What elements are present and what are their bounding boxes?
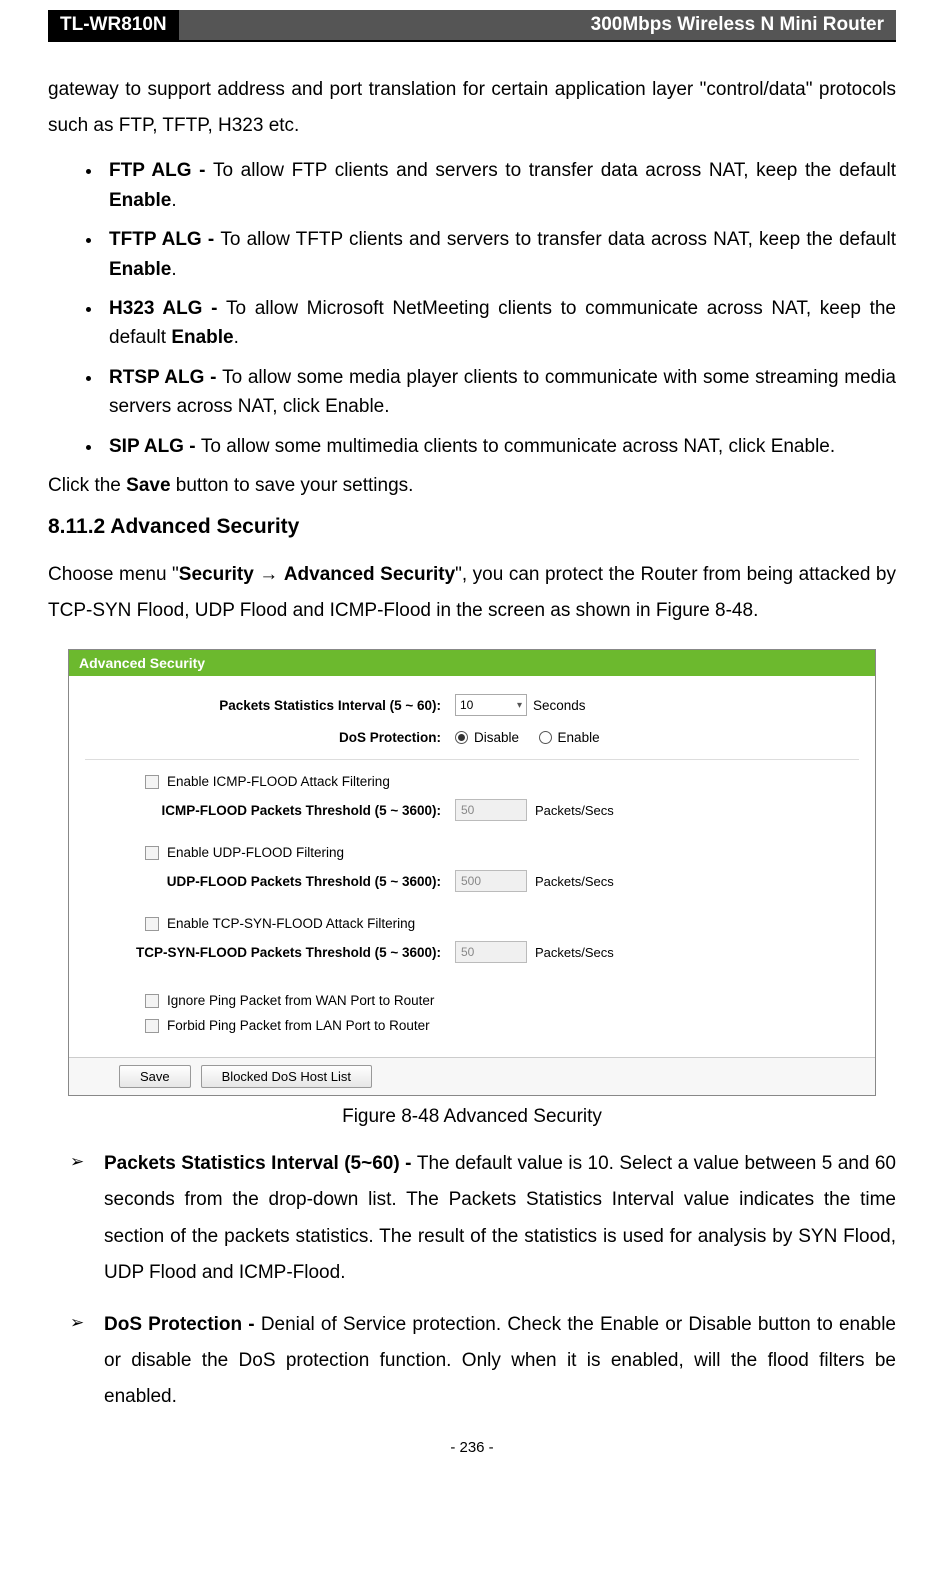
dos-enable-label: Enable [558, 730, 600, 745]
alg-tail: . [171, 259, 176, 280]
desc-label: Packets Statistics Interval (5~60) - [104, 1153, 417, 1174]
ping-lan-checkbox[interactable] [145, 1019, 159, 1033]
menu-pre: Choose menu " [48, 564, 179, 585]
udp-check-label: Enable UDP-FLOOD Filtering [167, 845, 344, 860]
alg-item: FTP ALG - To allow FTP clients and serve… [103, 156, 896, 215]
menu-line: Choose menu "Security → Advanced Securit… [48, 557, 896, 629]
ping-wan-checkbox[interactable] [145, 994, 159, 1008]
panel-body: Packets Statistics Interval (5 ~ 60): 10… [69, 676, 875, 1057]
menu-bold2: Advanced Security [284, 564, 455, 585]
interval-row: Packets Statistics Interval (5 ~ 60): 10… [85, 694, 859, 716]
icmp-check-row: Enable ICMP-FLOOD Attack Filtering [85, 774, 859, 789]
ping-lan-row: Forbid Ping Packet from LAN Port to Rout… [85, 1018, 859, 1033]
menu-bold1: Security [179, 564, 254, 585]
alg-text: To allow FTP clients and servers to tran… [213, 160, 896, 181]
header-model: TL-WR810N [48, 10, 179, 40]
page-content: gateway to support address and port tran… [0, 72, 944, 1486]
dos-disable-label: Disable [474, 730, 519, 745]
icmp-check-label: Enable ICMP-FLOOD Attack Filtering [167, 774, 390, 789]
udp-unit: Packets/Secs [535, 874, 614, 889]
header-title: 300Mbps Wireless N Mini Router [179, 10, 896, 40]
save-button[interactable]: Save [119, 1065, 191, 1088]
alg-label: H323 ALG - [109, 298, 226, 319]
tcp-checkbox[interactable] [145, 917, 159, 931]
desc-item: DoS Protection - Denial of Service prote… [70, 1307, 896, 1415]
alg-text: To allow TFTP clients and servers to tra… [220, 229, 896, 250]
interval-select[interactable]: 10 ▾ [455, 694, 527, 716]
alg-bold-tail: Enable [109, 190, 171, 211]
desc-label: DoS Protection - [104, 1314, 261, 1335]
alg-bold-tail: Enable [171, 327, 233, 348]
separator [85, 759, 859, 760]
alg-label: SIP ALG - [109, 436, 201, 457]
alg-item: RTSP ALG - To allow some media player cl… [103, 363, 896, 422]
alg-item: TFTP ALG - To allow TFTP clients and ser… [103, 225, 896, 284]
udp-checkbox[interactable] [145, 846, 159, 860]
alg-text: To allow some media player clients to co… [109, 367, 896, 417]
tcp-check-row: Enable TCP-SYN-FLOOD Attack Filtering [85, 916, 859, 931]
dos-disable-radio[interactable] [455, 731, 468, 744]
interval-value: 10 [460, 698, 473, 712]
figure-wrap: Advanced Security Packets Statistics Int… [68, 649, 876, 1096]
tcp-check-label: Enable TCP-SYN-FLOOD Attack Filtering [167, 916, 415, 931]
alg-bold-tail: Enable [109, 259, 171, 280]
page-number: - 236 - [48, 1439, 896, 1456]
figure-caption: Figure 8-48 Advanced Security [48, 1106, 896, 1128]
blocked-dos-button[interactable]: Blocked DoS Host List [201, 1065, 372, 1088]
interval-value-wrap: 10 ▾ Seconds [455, 694, 586, 716]
desc-item: Packets Statistics Interval (5~60) - The… [70, 1146, 896, 1290]
alg-label: TFTP ALG - [109, 229, 220, 250]
alg-item: H323 ALG - To allow Microsoft NetMeeting… [103, 294, 896, 353]
udp-thresh-row: UDP-FLOOD Packets Threshold (5 ~ 3600): … [85, 870, 859, 892]
alg-bullet-list: FTP ALG - To allow FTP clients and serve… [48, 156, 896, 461]
alg-label: FTP ALG - [109, 160, 213, 181]
dos-row: DoS Protection: Disable Enable [85, 730, 859, 745]
udp-thresh-input[interactable]: 500 [455, 870, 527, 892]
interval-unit: Seconds [533, 698, 586, 713]
icmp-checkbox[interactable] [145, 775, 159, 789]
panel-footer: Save Blocked DoS Host List [69, 1057, 875, 1095]
icmp-thresh-row: ICMP-FLOOD Packets Threshold (5 ~ 3600):… [85, 799, 859, 821]
save-post: button to save your settings. [171, 475, 414, 496]
save-line: Click the Save button to save your setti… [48, 475, 896, 497]
dos-label: DoS Protection: [85, 730, 455, 745]
tcp-unit: Packets/Secs [535, 945, 614, 960]
interval-label: Packets Statistics Interval (5 ~ 60): [85, 698, 455, 713]
intro-paragraph: gateway to support address and port tran… [48, 72, 896, 144]
section-heading: 8.11.2 Advanced Security [48, 515, 896, 539]
alg-tail: . [234, 327, 239, 348]
page-header: TL-WR810N 300Mbps Wireless N Mini Router [48, 10, 896, 42]
alg-tail: . [171, 190, 176, 211]
chevron-down-icon: ▾ [517, 700, 522, 711]
icmp-thresh-input[interactable]: 50 [455, 799, 527, 821]
ping-lan-label: Forbid Ping Packet from LAN Port to Rout… [167, 1018, 430, 1033]
icmp-unit: Packets/Secs [535, 803, 614, 818]
tcp-thresh-row: TCP-SYN-FLOOD Packets Threshold (5 ~ 360… [85, 941, 859, 963]
description-list: Packets Statistics Interval (5~60) - The… [48, 1146, 896, 1415]
ping-wan-label: Ignore Ping Packet from WAN Port to Rout… [167, 993, 434, 1008]
menu-arrow: → [254, 564, 284, 585]
ping-wan-row: Ignore Ping Packet from WAN Port to Rout… [85, 993, 859, 1008]
tcp-thresh-label: TCP-SYN-FLOOD Packets Threshold (5 ~ 360… [85, 945, 455, 960]
save-pre: Click the [48, 475, 126, 496]
dos-value-wrap: Disable Enable [455, 730, 600, 745]
alg-text: To allow some multimedia clients to comm… [201, 436, 835, 457]
tcp-thresh-input[interactable]: 50 [455, 941, 527, 963]
alg-item: SIP ALG - To allow some multimedia clien… [103, 432, 896, 461]
advanced-security-panel: Advanced Security Packets Statistics Int… [68, 649, 876, 1096]
dos-enable-radio[interactable] [539, 731, 552, 744]
udp-thresh-label: UDP-FLOOD Packets Threshold (5 ~ 3600): [85, 874, 455, 889]
alg-label: RTSP ALG - [109, 367, 222, 388]
udp-check-row: Enable UDP-FLOOD Filtering [85, 845, 859, 860]
panel-title: Advanced Security [69, 650, 875, 676]
save-bold: Save [126, 475, 170, 496]
icmp-thresh-label: ICMP-FLOOD Packets Threshold (5 ~ 3600): [85, 803, 455, 818]
